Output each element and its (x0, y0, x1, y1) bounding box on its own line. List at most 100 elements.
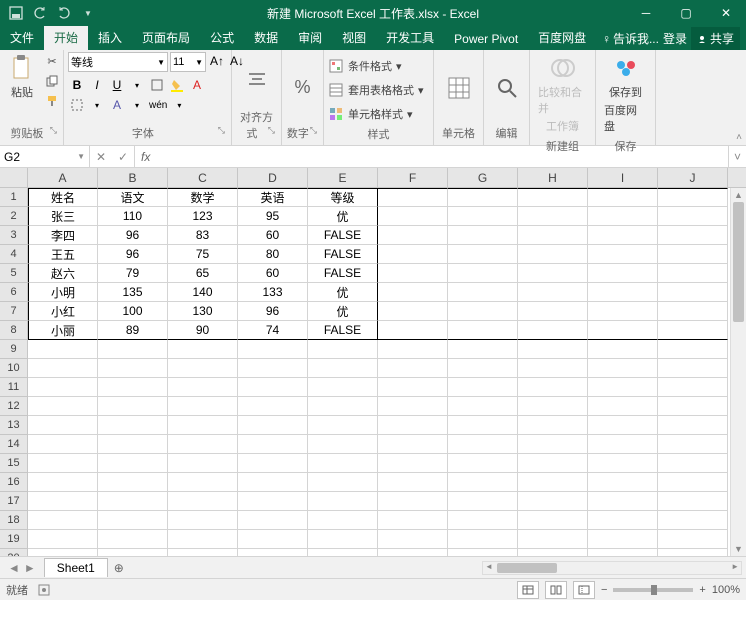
cell[interactable] (98, 549, 168, 556)
cell[interactable] (588, 321, 658, 340)
cell[interactable]: 110 (98, 207, 168, 226)
cell[interactable]: 赵六 (28, 264, 98, 283)
cell[interactable] (308, 454, 378, 473)
cell[interactable] (588, 416, 658, 435)
cell[interactable] (658, 549, 728, 556)
cell[interactable]: 90 (168, 321, 238, 340)
row-head[interactable]: 1 (0, 188, 28, 207)
cell[interactable] (168, 359, 238, 378)
row-head[interactable]: 15 (0, 454, 28, 473)
cell[interactable]: FALSE (308, 264, 378, 283)
tab-powerpivot[interactable]: Power Pivot (444, 28, 528, 50)
cell[interactable] (518, 549, 588, 556)
share-button[interactable]: 共享 (691, 27, 740, 50)
cell[interactable] (378, 207, 448, 226)
cell[interactable] (378, 340, 448, 359)
font-name-combo[interactable]: 等线▼ (68, 52, 168, 72)
cell[interactable] (518, 302, 588, 321)
cell[interactable] (588, 207, 658, 226)
scroll-thumb[interactable] (733, 202, 744, 322)
cell[interactable] (448, 435, 518, 454)
cell[interactable] (448, 492, 518, 511)
cell[interactable]: 优 (308, 207, 378, 226)
align-launcher-icon[interactable]: ⤡ (268, 125, 275, 136)
cell[interactable] (588, 473, 658, 492)
page-break-view-icon[interactable] (573, 581, 595, 599)
cell[interactable] (168, 492, 238, 511)
cell[interactable] (28, 530, 98, 549)
scroll-down-icon[interactable]: ▼ (731, 542, 746, 556)
cell[interactable] (168, 378, 238, 397)
col-head[interactable]: C (168, 168, 238, 187)
cells-button[interactable] (441, 72, 477, 104)
page-layout-view-icon[interactable] (545, 581, 567, 599)
cell[interactable] (238, 549, 308, 556)
row-head[interactable]: 13 (0, 416, 28, 435)
cell[interactable] (518, 264, 588, 283)
fill-color-icon[interactable] (168, 76, 186, 94)
cell[interactable]: 60 (238, 226, 308, 245)
cell[interactable] (238, 530, 308, 549)
tab-insert[interactable]: 插入 (88, 25, 132, 50)
cell[interactable] (98, 511, 168, 530)
zoom-level[interactable]: 100% (712, 584, 740, 596)
cell[interactable] (98, 416, 168, 435)
increase-font-icon[interactable]: A↑ (208, 52, 226, 70)
cell[interactable] (588, 226, 658, 245)
cell[interactable] (448, 188, 518, 207)
cell[interactable] (378, 359, 448, 378)
cell[interactable] (448, 549, 518, 556)
name-box[interactable]: ▼ (0, 146, 90, 167)
cell[interactable] (378, 416, 448, 435)
row-head[interactable]: 17 (0, 492, 28, 511)
cell[interactable] (308, 492, 378, 511)
row-head[interactable]: 2 (0, 207, 28, 226)
cell[interactable] (658, 264, 728, 283)
row-head[interactable]: 6 (0, 283, 28, 302)
scroll-up-icon[interactable]: ▲ (731, 188, 746, 202)
close-icon[interactable]: ✕ (706, 0, 746, 26)
cell[interactable] (168, 530, 238, 549)
cell[interactable] (448, 530, 518, 549)
cell[interactable] (238, 359, 308, 378)
cell[interactable] (518, 435, 588, 454)
cell[interactable] (518, 321, 588, 340)
cell[interactable] (588, 511, 658, 530)
col-head[interactable]: J (658, 168, 728, 187)
cell[interactable]: 80 (238, 245, 308, 264)
expand-formula-bar-icon[interactable]: ˅ (728, 146, 746, 167)
cell[interactable]: 96 (98, 226, 168, 245)
cell[interactable] (98, 435, 168, 454)
cell[interactable] (378, 511, 448, 530)
cell[interactable] (238, 416, 308, 435)
paste-button[interactable]: 粘贴 (4, 52, 40, 102)
cell[interactable]: 65 (168, 264, 238, 283)
cell[interactable] (98, 454, 168, 473)
cell[interactable] (168, 435, 238, 454)
cell[interactable] (378, 321, 448, 340)
collapse-ribbon-icon[interactable]: ˄ (736, 132, 742, 143)
cell[interactable] (98, 340, 168, 359)
cell[interactable] (518, 245, 588, 264)
row-head[interactable]: 14 (0, 435, 28, 454)
cell[interactable] (378, 454, 448, 473)
row-head[interactable]: 7 (0, 302, 28, 321)
cell[interactable] (588, 454, 658, 473)
col-head[interactable]: F (378, 168, 448, 187)
minimize-icon[interactable]: ─ (626, 0, 666, 26)
sheet-tab[interactable]: Sheet1 (44, 558, 108, 577)
conditional-format-button[interactable]: 条件格式 ▾ (328, 56, 402, 76)
cell[interactable] (588, 188, 658, 207)
cancel-formula-icon[interactable]: ✕ (90, 150, 112, 164)
cell[interactable]: FALSE (308, 321, 378, 340)
zoom-slider[interactable] (613, 588, 693, 592)
col-head[interactable]: E (308, 168, 378, 187)
tell-me-search[interactable]: ♀ 告诉我... (602, 30, 659, 47)
row-head[interactable]: 9 (0, 340, 28, 359)
cell[interactable] (308, 435, 378, 454)
cell[interactable] (238, 454, 308, 473)
cell[interactable]: 李四 (28, 226, 98, 245)
italic-button[interactable]: I (88, 76, 106, 94)
cell[interactable] (518, 226, 588, 245)
cell[interactable] (378, 245, 448, 264)
